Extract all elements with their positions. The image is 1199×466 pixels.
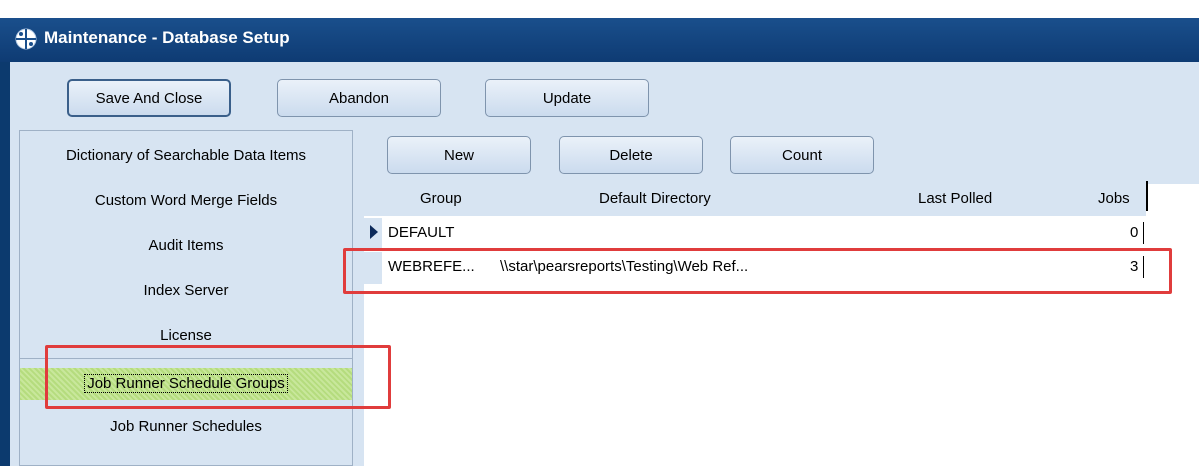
sidebar-item-label: Index Server <box>143 282 229 299</box>
column-header-jobs[interactable]: Jobs <box>1098 190 1130 207</box>
database-setup-icon <box>15 28 37 50</box>
title-bar: Maintenance - Database Setup <box>0 18 1199 62</box>
table-row[interactable]: DEFAULT 0 <box>364 218 1146 250</box>
sidebar-item-custom-word-merge-fields[interactable]: Custom Word Merge Fields <box>20 192 352 209</box>
column-divider <box>1146 181 1148 211</box>
update-button[interactable]: Update <box>485 79 649 117</box>
sidebar-item-dictionary[interactable]: Dictionary of Searchable Data Items <box>20 147 352 164</box>
column-header-last-polled[interactable]: Last Polled <box>918 190 992 207</box>
save-and-close-button[interactable]: Save And Close <box>67 79 231 117</box>
cell-jobs[interactable]: 0 <box>1130 224 1138 241</box>
sidebar-item-label: Audit Items <box>148 237 224 254</box>
cell-group[interactable]: DEFAULT <box>388 224 454 241</box>
column-header-group[interactable]: Group <box>420 190 462 207</box>
sidebar: Dictionary of Searchable Data Items Cust… <box>19 130 353 466</box>
delete-button[interactable]: Delete <box>559 136 703 174</box>
abandon-button[interactable]: Abandon <box>277 79 441 117</box>
sidebar-item-label: Dictionary of Searchable Data Items <box>65 147 307 164</box>
row-selector[interactable] <box>364 218 382 250</box>
current-row-arrow-icon <box>370 225 378 239</box>
sidebar-item-job-runner-schedules[interactable]: Job Runner Schedules <box>20 418 352 435</box>
sidebar-item-label: Job Runner Schedules <box>110 418 262 435</box>
sidebar-item-index-server[interactable]: Index Server <box>20 282 352 299</box>
sidebar-item-label: Custom Word Merge Fields <box>94 192 278 209</box>
top-strip <box>0 0 1199 18</box>
window-border <box>0 62 10 466</box>
annotation-box-schedule-groups <box>45 345 391 409</box>
window-title: Maintenance - Database Setup <box>44 28 290 47</box>
grid-header <box>364 184 1146 216</box>
sidebar-item-label: License <box>160 327 212 344</box>
sidebar-item-license[interactable]: License <box>20 327 352 344</box>
count-button[interactable]: Count <box>730 136 874 174</box>
cell-caret <box>1143 222 1144 244</box>
annotation-box-webrefe-row <box>343 248 1172 294</box>
new-button[interactable]: New <box>387 136 531 174</box>
sidebar-item-audit-items[interactable]: Audit Items <box>20 237 352 254</box>
column-header-default-directory[interactable]: Default Directory <box>599 190 711 207</box>
